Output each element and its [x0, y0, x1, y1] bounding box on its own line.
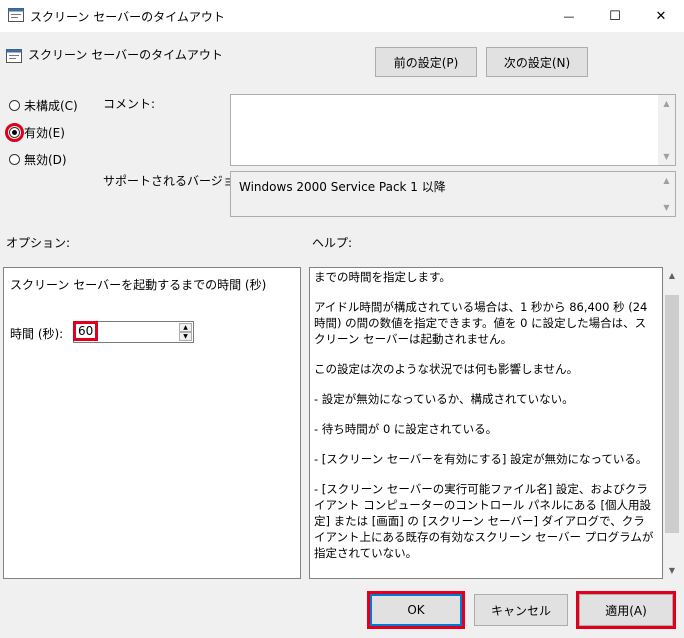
- policy-setting-icon: [6, 49, 22, 63]
- help-paragraph: この設定を構成しなかった場合は、コントロール パネルの [個人用設定] または …: [314, 575, 654, 577]
- maximize-icon: ☐: [609, 8, 621, 24]
- previous-setting-button[interactable]: 前の設定(P): [375, 47, 477, 77]
- help-text: までの時間を指定します。アイドル時間が構成されている場合は、1 秒から 86,4…: [314, 269, 654, 577]
- apply-button[interactable]: 適用(A): [579, 594, 673, 626]
- comment-textarea[interactable]: ▲ ▼: [230, 94, 676, 166]
- help-paragraph: - [スクリーン セーバーを有効にする] 設定が無効になっている。: [314, 452, 648, 466]
- close-icon: ✕: [655, 8, 667, 24]
- comment-label: コメント:: [103, 97, 156, 111]
- scroll-up-icon[interactable]: ▲: [658, 172, 675, 189]
- help-paragraph: までの時間を指定します。: [314, 270, 451, 284]
- cancel-button[interactable]: キャンセル: [474, 594, 568, 626]
- ok-button[interactable]: OK: [370, 594, 462, 626]
- scroll-up-icon[interactable]: ▲: [658, 95, 675, 112]
- options-section-label: オプション:: [6, 236, 71, 250]
- radio-enabled[interactable]: 有効(E): [5, 123, 65, 142]
- radio-label: 有効(E): [24, 126, 65, 140]
- title-bar[interactable]: スクリーン セーバーのタイムアウト — ☐ ✕: [0, 0, 684, 32]
- seconds-input[interactable]: 60: [72, 321, 99, 341]
- stepper-up-icon[interactable]: ▲: [179, 323, 192, 332]
- scroll-thumb[interactable]: [665, 295, 679, 533]
- radio-circle: [9, 154, 20, 165]
- supported-textbox: Windows 2000 Service Pack 1 以降 ▲ ▼: [230, 171, 676, 217]
- minimize-button[interactable]: —: [546, 0, 592, 32]
- supported-value: Windows 2000 Service Pack 1 以降: [239, 180, 446, 194]
- seconds-field-label: 時間 (秒):: [10, 327, 64, 341]
- options-panel: [3, 267, 301, 579]
- stepper-down-icon[interactable]: ▼: [179, 332, 192, 341]
- minimize-icon: —: [563, 9, 575, 23]
- scroll-down-icon[interactable]: ▼: [663, 562, 681, 579]
- scroll-down-icon[interactable]: ▼: [658, 199, 675, 216]
- help-section-label: ヘルプ:: [312, 236, 353, 250]
- policy-window-icon: [8, 8, 24, 22]
- comment-scrollbar[interactable]: ▲ ▼: [658, 95, 675, 165]
- radio-not-configured[interactable]: 未構成(C): [9, 97, 78, 114]
- maximize-button[interactable]: ☐: [592, 0, 638, 32]
- radio-label: 未構成(C): [24, 99, 78, 113]
- help-paragraph: この設定は次のような状況では何も影響しません。: [314, 362, 579, 376]
- radio-circle: [9, 100, 20, 111]
- next-setting-button[interactable]: 次の設定(N): [486, 47, 588, 77]
- scroll-up-icon[interactable]: ▲: [663, 267, 681, 284]
- help-scrollbar[interactable]: ▲ ▼: [663, 267, 681, 579]
- window-title: スクリーン セーバーのタイムアウト: [30, 10, 225, 24]
- help-paragraph: アイドル時間が構成されている場合は、1 秒から 86,400 秒 (24 時間)…: [314, 300, 648, 346]
- help-paragraph: - [スクリーン セーバーの実行可能ファイル名] 設定、およびクライアント コン…: [314, 482, 654, 560]
- option-setting-title: スクリーン セーバーを起動するまでの時間 (秒): [10, 278, 267, 292]
- radio-label: 無効(D): [24, 153, 67, 167]
- close-button[interactable]: ✕: [638, 0, 684, 32]
- supported-scrollbar[interactable]: ▲ ▼: [658, 172, 675, 216]
- help-paragraph: - 待ち時間が 0 に設定されている。: [314, 422, 498, 436]
- radio-disabled[interactable]: 無効(D): [9, 151, 67, 168]
- policy-title: スクリーン セーバーのタイムアウト: [28, 48, 223, 62]
- seconds-stepper[interactable]: 60 ▲ ▼: [72, 321, 194, 343]
- scroll-down-icon[interactable]: ▼: [658, 148, 675, 165]
- supported-label: サポートされるバージョン:: [103, 174, 251, 188]
- help-paragraph: - 設定が無効になっているか、構成されていない。: [314, 392, 574, 406]
- radio-circle-selected: [5, 123, 24, 142]
